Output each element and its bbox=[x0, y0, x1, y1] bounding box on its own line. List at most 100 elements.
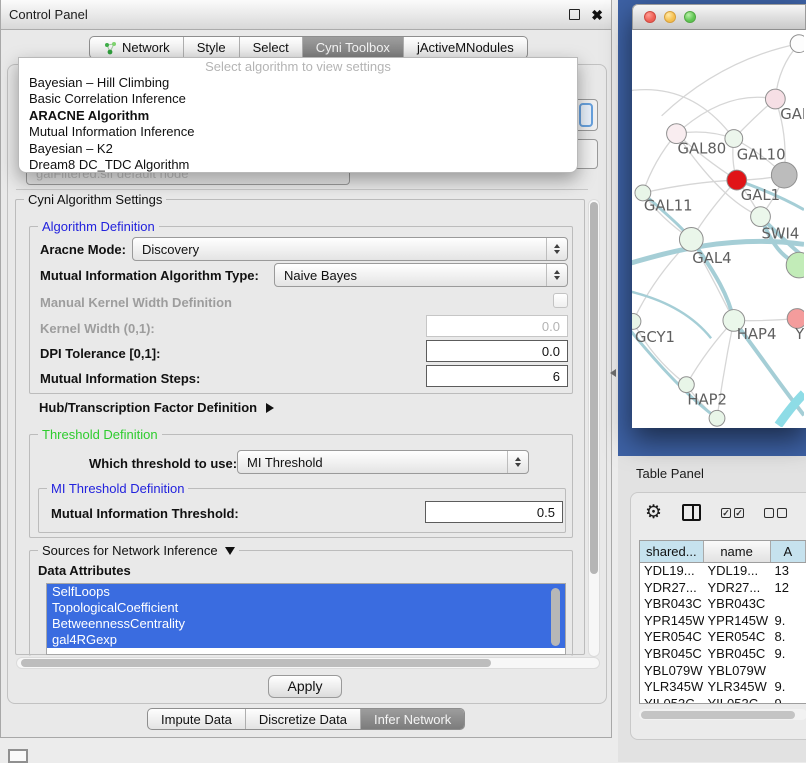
table-row[interactable]: YBL079WYBL079W bbox=[640, 663, 806, 680]
splitter-collapse-icon[interactable] bbox=[610, 369, 616, 377]
column-header[interactable]: shared... bbox=[640, 541, 704, 562]
float-panel-icon[interactable] bbox=[569, 9, 580, 20]
minimize-window-icon[interactable] bbox=[664, 11, 676, 23]
tab-impute-data[interactable]: Impute Data bbox=[148, 709, 246, 729]
table-row[interactable]: YIL053CYIL053C9. bbox=[640, 696, 806, 704]
deselect-all-columns-icon[interactable] bbox=[764, 508, 787, 518]
settings-horizontal-scrollbar[interactable] bbox=[16, 657, 600, 669]
settings-vscroll-thumb[interactable] bbox=[590, 202, 598, 574]
tab-label: Discretize Data bbox=[259, 712, 347, 727]
apply-button[interactable]: Apply bbox=[268, 675, 342, 698]
minimized-panel-icon[interactable] bbox=[8, 749, 28, 763]
data-attributes-list[interactable]: SelfLoopsTopologicalCoefficientBetweenne… bbox=[46, 583, 566, 655]
node-label: GCY1 bbox=[635, 329, 675, 346]
tab-infer-network[interactable]: Infer Network bbox=[361, 709, 464, 729]
data-attribute-item[interactable]: BetweennessCentrality bbox=[47, 616, 565, 632]
column-header[interactable]: name bbox=[704, 541, 771, 562]
table-row[interactable]: YDL19...YDL19...13 bbox=[640, 563, 806, 580]
network-node[interactable] bbox=[790, 35, 804, 53]
table-cell: 9. bbox=[771, 696, 806, 704]
tab-jactivemnodules[interactable]: jActiveMNodules bbox=[404, 37, 527, 58]
tab-label: Style bbox=[197, 40, 226, 55]
data-attribute-item[interactable]: SelfLoops bbox=[47, 584, 565, 600]
algorithm-option[interactable]: ARACNE Algorithm bbox=[19, 108, 577, 124]
algorithm-option[interactable]: Mutual Information Inference bbox=[19, 124, 577, 140]
network-canvas[interactable]: GAL7GAL80GAL10GAL1GAL11SWI4GAL4GCY1HAP4Y… bbox=[632, 30, 804, 427]
table-panel: Table Panel ⚙ ✓✓ shared...nameA YDL19...… bbox=[618, 456, 806, 762]
tab-select[interactable]: Select bbox=[240, 37, 303, 58]
algorithm-option[interactable]: Dream8 DC_TDC Algorithm bbox=[19, 157, 577, 173]
hub-definition-toggle[interactable]: Hub/Transcription Factor Definition bbox=[39, 400, 274, 415]
network-node[interactable] bbox=[709, 410, 725, 426]
sources-title-wrap[interactable]: Sources for Network Inference bbox=[38, 543, 239, 558]
settings-hscroll-thumb[interactable] bbox=[21, 659, 491, 667]
cyni-settings-group: Cyni Algorithm Settings Algorithm Defini… bbox=[15, 199, 585, 655]
network-node[interactable] bbox=[679, 228, 703, 252]
dpi-tolerance-label: DPI Tolerance [0,1]: bbox=[40, 346, 160, 361]
settings-vertical-scrollbar[interactable] bbox=[588, 199, 600, 657]
table-row[interactable]: YPR145WYPR145W9. bbox=[640, 613, 806, 630]
threshold-definition-group: Threshold Definition Which threshold to … bbox=[29, 434, 573, 538]
table-cell: 12 bbox=[771, 580, 806, 597]
network-node[interactable] bbox=[771, 162, 797, 188]
tab-label: Select bbox=[253, 40, 289, 55]
combo-arrows-icon bbox=[546, 264, 567, 286]
group-divider bbox=[16, 189, 588, 190]
aracne-mode-combo[interactable]: Discovery bbox=[132, 237, 568, 261]
algorithm-option[interactable]: Basic Correlation Inference bbox=[19, 91, 577, 107]
collapsed-arrow-icon bbox=[266, 403, 274, 413]
tab-label: Impute Data bbox=[161, 712, 232, 727]
list-scrollbar-thumb[interactable] bbox=[551, 588, 560, 646]
table-hscroll-thumb[interactable] bbox=[641, 711, 795, 719]
mi-steps-field[interactable]: 6 bbox=[426, 365, 568, 387]
table-cell: 9. bbox=[771, 646, 806, 663]
manual-kernel-checkbox[interactable] bbox=[553, 293, 568, 308]
kernel-width-field[interactable]: 0.0 bbox=[426, 315, 568, 337]
tab-style[interactable]: Style bbox=[184, 37, 240, 58]
node-label: GAL80 bbox=[677, 140, 726, 157]
control-panel-titlebar: Control Panel ✖ bbox=[1, 0, 611, 30]
algorithm-option[interactable]: Bayesian – Hill Climbing bbox=[19, 75, 577, 91]
close-window-icon[interactable] bbox=[644, 11, 656, 23]
column-header[interactable]: A bbox=[771, 541, 806, 562]
algorithm-popup-placeholder: Select algorithm to view settings bbox=[19, 58, 577, 75]
table-cell: 9. bbox=[771, 679, 806, 696]
which-threshold-value: MI Threshold bbox=[247, 455, 507, 470]
gear-icon[interactable]: ⚙ bbox=[645, 503, 662, 522]
table-horizontal-scrollbar[interactable] bbox=[639, 709, 806, 720]
which-threshold-label: Which threshold to use: bbox=[89, 456, 237, 471]
zoom-window-icon[interactable] bbox=[684, 11, 696, 23]
table-row[interactable]: YDR27...YDR27...12 bbox=[640, 580, 806, 597]
network-node[interactable] bbox=[725, 130, 743, 148]
data-attribute-item[interactable]: TopologicalCoefficient bbox=[47, 600, 565, 616]
algorithm-popup-items: Bayesian – Hill ClimbingBasic Correlatio… bbox=[19, 75, 577, 173]
algorithm-option[interactable]: Bayesian – K2 bbox=[19, 141, 577, 157]
network-node[interactable] bbox=[632, 314, 641, 330]
mi-type-combo[interactable]: Naive Bayes bbox=[274, 263, 568, 287]
network-node[interactable] bbox=[678, 377, 694, 393]
network-edge[interactable] bbox=[686, 320, 733, 384]
split-view-icon[interactable] bbox=[682, 504, 701, 521]
algorithm-dropdown-popup: Select algorithm to view settings Bayesi… bbox=[18, 57, 578, 173]
which-threshold-combo[interactable]: MI Threshold bbox=[237, 450, 529, 474]
tab-discretize-data[interactable]: Discretize Data bbox=[246, 709, 361, 729]
hub-definition-label: Hub/Transcription Factor Definition bbox=[39, 400, 257, 415]
combo-focus-button[interactable] bbox=[579, 103, 593, 127]
mi-type-value: Naive Bayes bbox=[284, 268, 546, 283]
node-label: SWI4 bbox=[761, 225, 799, 242]
dpi-tolerance-field[interactable]: 0.0 bbox=[426, 340, 568, 362]
network-node[interactable] bbox=[786, 252, 804, 278]
data-attribute-item[interactable]: gal4RGexp bbox=[47, 632, 565, 648]
node-table[interactable]: shared...nameA YDL19...YDL19...13YDR27..… bbox=[639, 540, 806, 704]
network-node[interactable] bbox=[751, 207, 771, 227]
tab-network[interactable]: Network bbox=[90, 37, 184, 58]
network-window-titlebar[interactable] bbox=[632, 4, 806, 30]
tab-cyni-toolbox[interactable]: Cyni Toolbox bbox=[303, 37, 404, 58]
mi-threshold-field[interactable]: 0.5 bbox=[425, 501, 563, 523]
table-row[interactable]: YLR345WYLR345W9. bbox=[640, 679, 806, 696]
close-panel-icon[interactable]: ✖ bbox=[591, 8, 603, 22]
table-row[interactable]: YBR043CYBR043C bbox=[640, 596, 806, 613]
table-row[interactable]: YBR045CYBR045C9. bbox=[640, 646, 806, 663]
table-row[interactable]: YER054CYER054C8. bbox=[640, 629, 806, 646]
select-all-columns-icon[interactable]: ✓✓ bbox=[721, 508, 744, 518]
